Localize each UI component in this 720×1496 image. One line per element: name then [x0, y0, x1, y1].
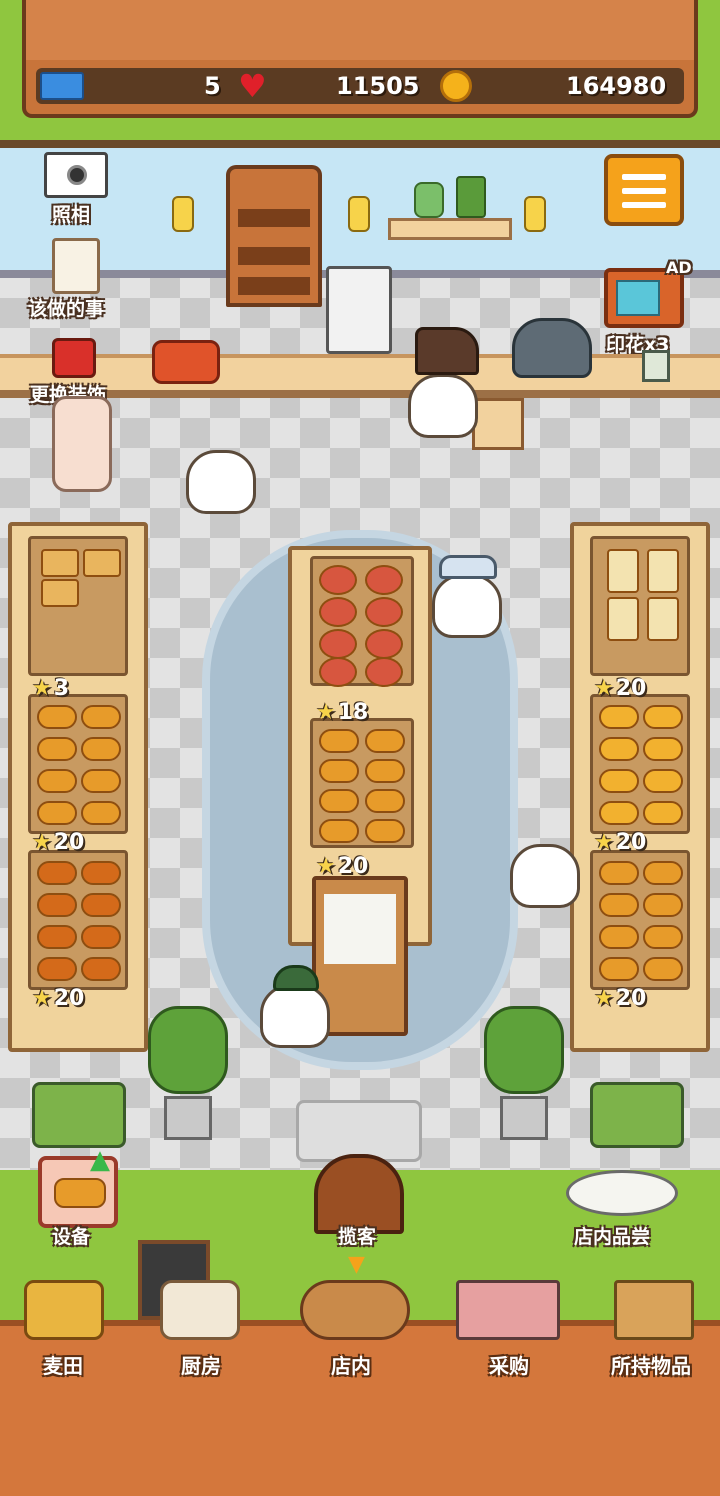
small-table [472, 398, 524, 450]
tasting-label[interactable]: 店内品尝 [574, 1222, 650, 1249]
heart-icon: ♥ [238, 67, 267, 105]
pot-right [500, 1096, 548, 1140]
kettle-icon [512, 318, 592, 378]
tasting-plate-icon[interactable] [566, 1170, 678, 1216]
lamp-icon [524, 196, 546, 232]
flower-box-left [32, 1082, 126, 1148]
baker-bunny[interactable] [408, 327, 479, 438]
star-icon: ★ [594, 676, 614, 701]
phone-icon [152, 340, 220, 384]
bear-bread-tray [28, 850, 128, 990]
nav-purchase[interactable]: 采购 [454, 1350, 564, 1379]
flower-box-right [590, 1082, 684, 1148]
star-icon: ★ [32, 830, 52, 855]
header-plank [26, 0, 694, 60]
star-icon: ★ [32, 676, 52, 701]
center-shelf-count-1: ★18 [316, 700, 369, 725]
star-icon: ★ [316, 700, 336, 725]
potted-tree-left [148, 1006, 228, 1094]
lamp-icon [172, 196, 194, 232]
register-icon [326, 266, 392, 354]
bun-tray-right [590, 850, 690, 990]
right-shelf-count-3: ★20 [594, 986, 647, 1011]
todo-label[interactable]: 该做的事 [28, 294, 104, 321]
waffle-tray [28, 536, 128, 676]
nav-wheat-field[interactable]: 麦田 [8, 1350, 118, 1379]
wheat-field-icon[interactable] [24, 1280, 104, 1340]
coin-icon [440, 70, 472, 102]
door-mat [296, 1100, 422, 1162]
customer-bunny-hat[interactable] [432, 555, 502, 638]
right-shelf [570, 522, 710, 1052]
bottom-nav-bar [0, 1320, 720, 1496]
nav-inventory[interactable]: 所持物品 [596, 1350, 706, 1379]
pot-left [164, 1096, 212, 1140]
left-shelf-count-3: ★20 [32, 986, 85, 1011]
roll-tray [310, 718, 414, 848]
left-shelf-count-1: ★3 [32, 676, 70, 701]
cookie-jar [52, 396, 112, 492]
star-icon: ★ [32, 986, 52, 1011]
customer-bunny[interactable] [186, 450, 256, 514]
paint-brush-icon[interactable] [52, 338, 96, 378]
bun-tray [28, 694, 128, 834]
nav-kitchen[interactable]: 厨房 [146, 1350, 256, 1379]
store-tray-icon[interactable] [300, 1280, 410, 1340]
menu-button[interactable] [604, 154, 684, 226]
potted-tree-right [484, 1006, 564, 1094]
nav-store[interactable]: 店内 [296, 1350, 406, 1379]
customer-bunny-green-hat[interactable] [260, 965, 330, 1048]
stats-bar: 5 ♥ 11505 164980 [36, 68, 684, 104]
right-shelf-count-2: ★20 [594, 830, 647, 855]
star-icon: ★ [594, 986, 614, 1011]
croissant-tray [590, 694, 690, 834]
photo-label[interactable]: 照相 [52, 200, 90, 227]
lamp-icon [348, 196, 370, 232]
plant-shelf [388, 218, 512, 240]
ticket-count: 5 [204, 72, 221, 100]
jam-tray [310, 556, 414, 687]
left-shelf-count-2: ★20 [32, 830, 85, 855]
kitchen-icon[interactable] [160, 1280, 240, 1340]
tv-icon[interactable] [604, 268, 684, 328]
plant-icon [456, 176, 486, 218]
coin-count: 164980 [566, 72, 667, 100]
sandwich-tray [590, 536, 690, 676]
heart-count: 11505 [336, 72, 420, 100]
clipboard-icon[interactable] [52, 238, 100, 294]
camera-icon[interactable] [44, 152, 108, 198]
star-icon: ★ [594, 830, 614, 855]
service-counter [0, 354, 720, 398]
equipment-label[interactable]: 设备 [52, 1222, 90, 1249]
box-icon[interactable] [614, 1280, 694, 1340]
invite-label[interactable]: 揽客 [338, 1222, 376, 1249]
cactus-icon [414, 182, 444, 218]
bread-cabinet [226, 165, 322, 307]
upgrade-arrow-icon: ▲ [90, 1145, 110, 1175]
customer-bunny-right[interactable] [510, 844, 580, 908]
ticket-icon [40, 72, 84, 100]
ad-badge: AD [666, 258, 692, 277]
left-shelf [8, 522, 148, 1052]
right-shelf-count-1: ★20 [594, 676, 647, 701]
shopping-icon[interactable] [456, 1280, 560, 1340]
cup-icon [642, 350, 670, 382]
indicator-arrow-icon: ▼ [348, 1252, 365, 1277]
